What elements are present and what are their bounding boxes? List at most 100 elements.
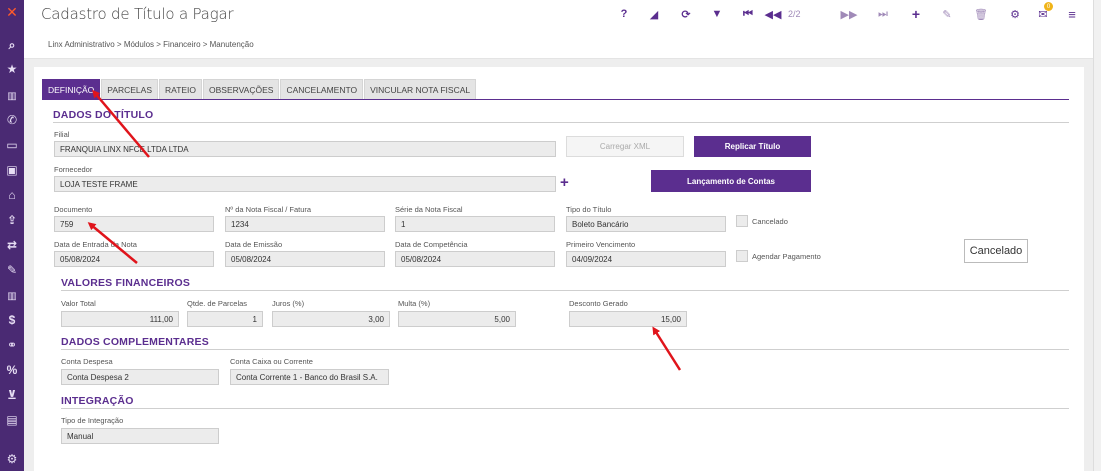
tab-vincular-nota-fiscal[interactable]: VINCULAR NOTA FISCAL (364, 79, 477, 99)
tab-cancelamento[interactable]: CANCELAMENTO (280, 79, 364, 99)
next-page-icon[interactable]: ▶▶ (841, 5, 858, 23)
conta-despesa-field[interactable]: Conta Despesa 2 (61, 369, 219, 385)
multa-label: Multa (%) (398, 299, 431, 308)
juros-field[interactable]: 3,00 (272, 311, 390, 327)
desconto-gerado-label: Desconto Gerado (569, 299, 628, 308)
primeiro-vencimento-field[interactable]: 04/09/2024 (566, 251, 726, 267)
tab-bar: DEFINIÇÃO PARCELAS RATEIO OBSERVAÇÕES CA… (42, 79, 477, 99)
documento-field[interactable]: 759 (54, 216, 214, 232)
data-emissao-field[interactable]: 05/08/2024 (225, 251, 385, 267)
section-divider (53, 122, 1069, 123)
group-icon[interactable]: ⚭ (0, 336, 24, 354)
filter-icon[interactable]: ▼ (711, 5, 723, 23)
section-valores-financeiros: VALORES FINANCEIROS (61, 277, 191, 289)
primeiro-vencimento-label: Primeiro Vencimento (566, 240, 636, 249)
filial-label: Filial (54, 130, 70, 139)
breadcrumb: Linx Administrativo > Módulos > Financei… (48, 40, 254, 49)
section-dados-titulo: DADOS DO TÍTULO (53, 109, 154, 121)
add-fornecedor-icon[interactable]: + (560, 174, 569, 191)
dollar-icon[interactable]: $ (0, 311, 24, 329)
agendar-pagamento-label: Agendar Pagamento (752, 252, 821, 261)
valor-total-label: Valor Total (61, 299, 96, 308)
delete-icon[interactable]: 🗑 (974, 5, 988, 23)
section-integracao: INTEGRAÇÃO (61, 395, 134, 407)
conta-caixa-label: Conta Caixa ou Corrente (230, 357, 313, 366)
conta-caixa-field[interactable]: Conta Corrente 1 - Banco do Brasil S.A. (230, 369, 389, 385)
prev-page-icon[interactable]: ◀◀ (765, 5, 782, 23)
conta-despesa-label: Conta Despesa (61, 357, 113, 366)
sidebar: ✕ ⌕ ★ ▥ ✆ ▭ ▣ ⌂ ⇪ ⇄ ✎ ▥ $ ⚭ % ⊻ ▤ ⚙ (0, 0, 24, 471)
add-icon[interactable]: + (910, 5, 922, 23)
last-page-icon[interactable]: ⏭ (876, 5, 890, 23)
filial-field[interactable]: FRANQUIA LINX NFCE LTDA LTDA (54, 141, 556, 157)
desconto-gerado-field[interactable]: 15,00 (569, 311, 687, 327)
section-divider (61, 349, 1069, 350)
data-competencia-label: Data de Competência (395, 240, 468, 249)
data-competencia-field[interactable]: 05/08/2024 (395, 251, 555, 267)
tipo-integracao-field[interactable]: Manual (61, 428, 219, 444)
tools-icon[interactable]: ✎ (0, 261, 24, 279)
menu-icon[interactable]: ≡ (1066, 5, 1078, 23)
search-icon[interactable]: ⌕ (0, 36, 24, 54)
tipo-titulo-label: Tipo do Título (566, 205, 612, 214)
data-emissao-label: Data de Emissão (225, 240, 283, 249)
carregar-xml-button[interactable]: Carregar XML (566, 136, 684, 157)
status-badge: Cancelado (964, 239, 1028, 263)
notification-badge: 0 (1044, 2, 1053, 11)
eraser-icon[interactable]: ◢ (647, 5, 661, 23)
upload-icon[interactable]: ⇪ (0, 211, 24, 229)
section-divider (61, 408, 1069, 409)
nota-fiscal-label: Nº da Nota Fiscal / Fatura (225, 205, 312, 214)
multa-field[interactable]: 5,00 (398, 311, 516, 327)
tab-underline (42, 99, 1069, 100)
bar-chart-icon[interactable]: ▥ (0, 87, 24, 105)
nota-fiscal-field[interactable]: 1234 (225, 216, 385, 232)
data-entrada-label: Data de Entrada da Nota (54, 240, 137, 249)
star-icon[interactable]: ★ (0, 60, 24, 78)
serie-field[interactable]: 1 (395, 216, 555, 232)
card-icon[interactable]: ▤ (0, 411, 24, 429)
calculator-icon[interactable]: ▣ (0, 161, 24, 179)
lancamento-contas-button[interactable]: Lançamento de Contas (651, 170, 811, 192)
tipo-integracao-label: Tipo de Integração (61, 416, 124, 425)
pager-text: 2/2 (788, 9, 801, 19)
exchange-icon[interactable]: ⇄ (0, 236, 24, 254)
tipo-titulo-field[interactable]: Boleto Bancário (566, 216, 726, 232)
tab-rateio[interactable]: RATEIO (159, 79, 203, 99)
phone-icon[interactable]: ✆ (0, 111, 24, 129)
serie-label: Série da Nota Fiscal (395, 205, 463, 214)
breadcrumb-bar: Linx Administrativo > Módulos > Financei… (24, 29, 1093, 59)
section-divider (61, 290, 1069, 291)
cogs-icon[interactable]: ⚙ (0, 450, 24, 468)
documento-label: Documento (54, 205, 93, 214)
top-bar: Cadastro de Título a Pagar (24, 0, 1093, 29)
tab-definicao[interactable]: DEFINIÇÃO (42, 79, 101, 99)
tab-observacoes[interactable]: OBSERVAÇÕES (203, 79, 280, 99)
cart-icon[interactable]: ⊻ (0, 386, 24, 404)
replicar-titulo-button[interactable]: Replicar Título (694, 136, 811, 157)
fornecedor-label: Fornecedor (54, 165, 93, 174)
data-entrada-field[interactable]: 05/08/2024 (54, 251, 214, 267)
agendar-pagamento-checkbox[interactable] (736, 250, 748, 262)
section-dados-complementares: DADOS COMPLEMENTARES (61, 336, 209, 348)
qtde-parcelas-label: Qtde. de Parcelas (187, 299, 248, 308)
bank-icon[interactable]: ⌂ (0, 186, 24, 204)
qtde-parcelas-field[interactable]: 1 (187, 311, 263, 327)
cancelado-checkbox[interactable] (736, 215, 748, 227)
first-page-icon[interactable]: ⏮ (741, 5, 755, 23)
cancelado-checkbox-label: Cancelado (752, 217, 788, 226)
chart-icon[interactable]: ▥ (0, 287, 24, 305)
percent-icon[interactable]: % (0, 361, 24, 379)
valor-total-field[interactable]: 111,00 (61, 311, 179, 327)
x-logo-icon[interactable]: ✕ (0, 3, 24, 21)
edit-icon[interactable]: ✎ (940, 5, 954, 23)
tab-parcelas[interactable]: PARCELAS (101, 79, 159, 99)
juros-label: Juros (%) (272, 299, 305, 308)
monitor-icon[interactable]: ▭ (0, 136, 24, 154)
scrollbar[interactable] (1093, 0, 1101, 471)
fornecedor-field[interactable]: LOJA TESTE FRAME (54, 176, 556, 192)
help-icon[interactable]: ? (618, 5, 630, 23)
settings-icon[interactable]: ⚙ (1009, 5, 1021, 23)
refresh-icon[interactable]: ⟳ (679, 5, 693, 23)
page-title: Cadastro de Título a Pagar (41, 5, 234, 23)
